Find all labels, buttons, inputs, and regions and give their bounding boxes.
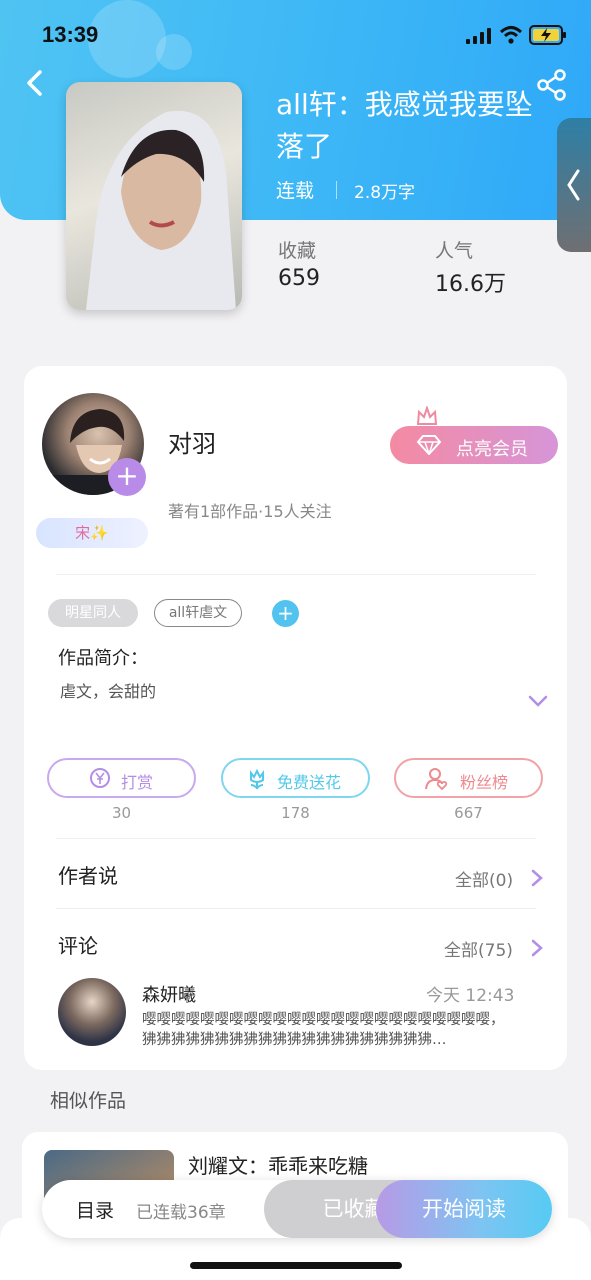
- cover-portrait-image: [86, 110, 236, 310]
- chapter-count: 已连载36章: [136, 1203, 226, 1223]
- word-count: 2.8万字: [354, 183, 416, 203]
- intro-title: 作品简介：: [58, 648, 148, 669]
- fan-badge: 宋✨: [36, 518, 148, 548]
- tip-label: 打赏: [121, 773, 154, 792]
- diamond-icon: [416, 435, 442, 455]
- similar-work-title[interactable]: 刘耀文：乖乖来吃糖: [188, 1150, 368, 1179]
- stat-label-favorites: 收藏: [278, 240, 317, 262]
- tag-star-fanfic[interactable]: 明星同人: [48, 599, 138, 627]
- stat-value-favorites: 659: [278, 266, 320, 291]
- vip-button-label: 点亮会员: [456, 439, 528, 460]
- signal-icon: [466, 28, 491, 44]
- commenter-avatar[interactable]: [58, 978, 126, 1046]
- back-icon[interactable]: [22, 66, 46, 100]
- send-flower-label: 免费送花: [277, 773, 342, 792]
- comments-title: 评论: [58, 934, 98, 958]
- author-meta: 著有1部作品·15人关注: [168, 502, 332, 521]
- yen-coin-icon: [90, 768, 110, 788]
- book-cover[interactable]: [66, 82, 242, 310]
- divider: [56, 908, 536, 909]
- fan-user-icon: [425, 768, 448, 791]
- tip-button[interactable]: 打赏: [47, 758, 196, 798]
- bottom-action-bar: 目录 已连载36章 已收藏 开始阅读: [42, 1180, 552, 1238]
- flower-count: 178: [281, 804, 310, 822]
- status-time: 13:39: [42, 22, 99, 47]
- comment-text[interactable]: 嘤嘤嘤嘤嘤嘤嘤嘤嘤嘤嘤嘤嘤嘤嘤嘤嘤嘤嘤嘤嘤嘤嘤嘤，狒狒狒狒狒狒狒狒狒狒狒狒狒狒狒…: [142, 1010, 518, 1050]
- add-tag-button[interactable]: +: [272, 600, 299, 627]
- author-says-more[interactable]: 全部(0): [455, 866, 513, 891]
- wifi-icon: [499, 26, 523, 44]
- status-bar: 13:39: [0, 0, 591, 70]
- tip-count: 30: [111, 804, 132, 822]
- comment-time: 今天 12:43: [426, 986, 515, 1006]
- stat-value-popularity: 16.6万: [435, 272, 506, 297]
- serial-status: 连载: [276, 180, 315, 202]
- commenter-name[interactable]: 森妍曦: [142, 981, 196, 1007]
- divider: [336, 181, 337, 199]
- home-indicator: [190, 1262, 402, 1269]
- tag-all-xuan[interactable]: all轩虐文: [154, 599, 242, 627]
- chevron-left-icon: [567, 169, 580, 201]
- similar-works-title: 相似作品: [50, 1090, 127, 1112]
- toc-button[interactable]: 目录: [76, 1196, 114, 1223]
- intro-text: 虐文，会甜的: [60, 682, 157, 701]
- divider: [56, 574, 536, 575]
- fan-ranking-label: 粉丝榜: [460, 773, 509, 792]
- crown-icon: [416, 406, 438, 425]
- author-name[interactable]: 对羽: [168, 424, 216, 459]
- book-title: all轩：我感觉我要坠落了: [276, 88, 533, 163]
- start-reading-button[interactable]: 开始阅读: [376, 1180, 552, 1238]
- send-flower-button[interactable]: 免费送花: [221, 758, 370, 798]
- chevron-down-icon[interactable]: [528, 694, 548, 708]
- flower-icon: [250, 768, 264, 790]
- vip-button[interactable]: 点亮会员: [390, 426, 558, 464]
- author-says-title: 作者说: [58, 864, 118, 888]
- stat-label-popularity: 人气: [435, 240, 474, 262]
- fan-ranking-button[interactable]: 粉丝榜: [394, 758, 543, 798]
- follow-author-button[interactable]: +: [108, 458, 146, 496]
- chevron-right-icon[interactable]: [530, 938, 544, 958]
- comments-more[interactable]: 全部(75): [444, 936, 513, 961]
- divider: [56, 838, 536, 839]
- fan-count: 667: [454, 804, 483, 822]
- battery-charging-icon: [529, 25, 566, 45]
- side-drawer-handle[interactable]: [557, 118, 591, 252]
- chevron-right-icon[interactable]: [530, 868, 544, 888]
